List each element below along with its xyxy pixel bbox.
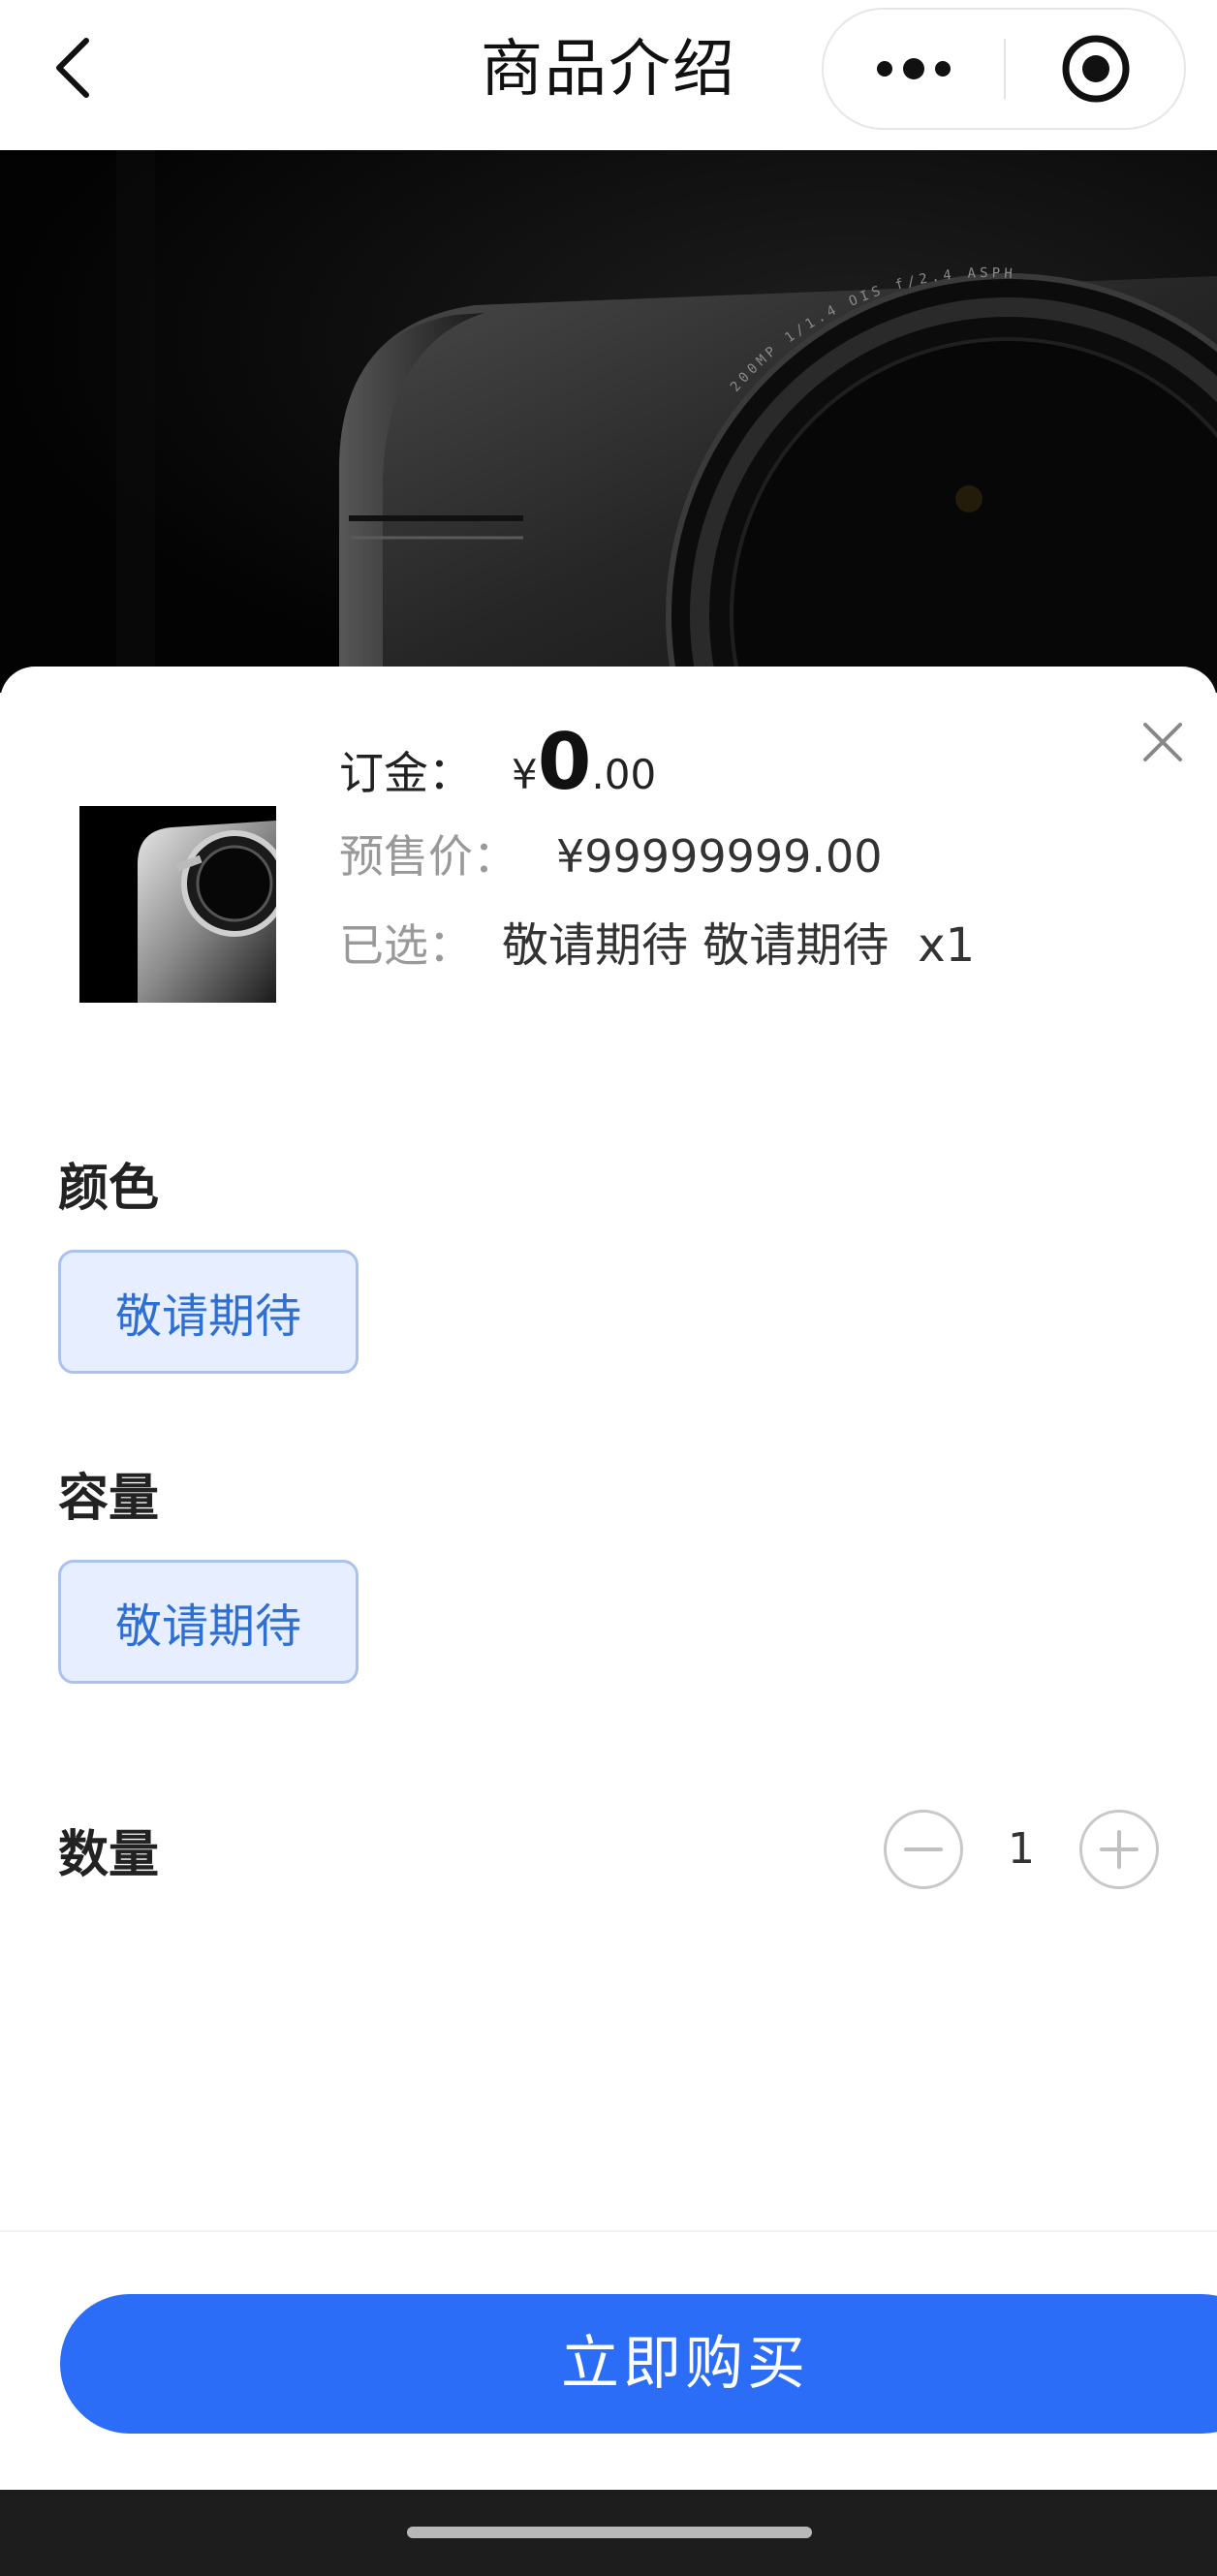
presale-row: 预售价： ¥99999999.00 xyxy=(339,822,883,883)
deposit-label: 订金： xyxy=(339,747,473,799)
selected-label: 已选： xyxy=(339,919,473,972)
more-button[interactable] xyxy=(824,10,1004,128)
sheet-close-button[interactable] xyxy=(1136,715,1190,769)
color-option-chip[interactable]: 敬请期待 xyxy=(58,1250,359,1374)
quantity-increase-button[interactable] xyxy=(1079,1810,1159,1889)
system-navigation-bar xyxy=(0,2490,1217,2576)
target-circle-icon xyxy=(1062,35,1130,103)
mini-program-capsule xyxy=(822,8,1186,130)
quantity-section-title: 数量 xyxy=(58,1826,160,1884)
presale-price: ¥99999999.00 xyxy=(556,830,883,883)
minus-icon xyxy=(904,1847,943,1851)
deposit-row: 订金： ¥0.00 xyxy=(339,717,657,807)
exit-button[interactable] xyxy=(1006,10,1186,128)
nav-bar: 商品介绍 xyxy=(0,0,1217,150)
presale-label: 预售价： xyxy=(339,830,517,883)
app-root: 商品介绍 200MP 1/1.4 OIS f/2.4 ASPH 订金： ¥0.0… xyxy=(0,0,1217,2576)
color-section-title: 颜色 xyxy=(58,1160,160,1218)
buy-now-button[interactable]: 立即购买 xyxy=(60,2294,1217,2434)
quantity-decrease-button[interactable] xyxy=(884,1810,963,1889)
phone-thumbnail-image xyxy=(79,806,276,1003)
capacity-option-chip[interactable]: 敬请期待 xyxy=(58,1560,359,1684)
selected-value: 敬请期待 敬请期待 xyxy=(502,918,889,973)
sku-selection-sheet: 订金： ¥0.00 预售价： ¥99999999.00 已选： 敬请期待 敬请期待 x1… xyxy=(0,667,1217,2490)
home-indicator[interactable] xyxy=(407,2527,812,2538)
deposit-integer: 0 xyxy=(537,717,592,807)
close-x-icon xyxy=(1143,723,1182,761)
deposit-decimal: .00 xyxy=(591,751,657,798)
buy-now-label: 立即购买 xyxy=(561,2330,809,2398)
quantity-value: 1 xyxy=(1008,1824,1035,1874)
plus-icon xyxy=(1100,1830,1139,1869)
product-thumbnail xyxy=(79,806,276,1003)
more-dots-icon xyxy=(877,58,951,79)
selected-quantity: x1 xyxy=(918,918,976,973)
footer-divider xyxy=(0,2230,1217,2232)
deposit-currency: ¥ xyxy=(512,751,538,798)
phone-camera-illustration: 200MP 1/1.4 OIS f/2.4 ASPH xyxy=(0,150,1217,693)
product-hero-image: 200MP 1/1.4 OIS f/2.4 ASPH xyxy=(0,150,1217,693)
capacity-section-title: 容量 xyxy=(58,1470,160,1528)
selected-row: 已选： 敬请期待 敬请期待 x1 xyxy=(339,907,975,973)
